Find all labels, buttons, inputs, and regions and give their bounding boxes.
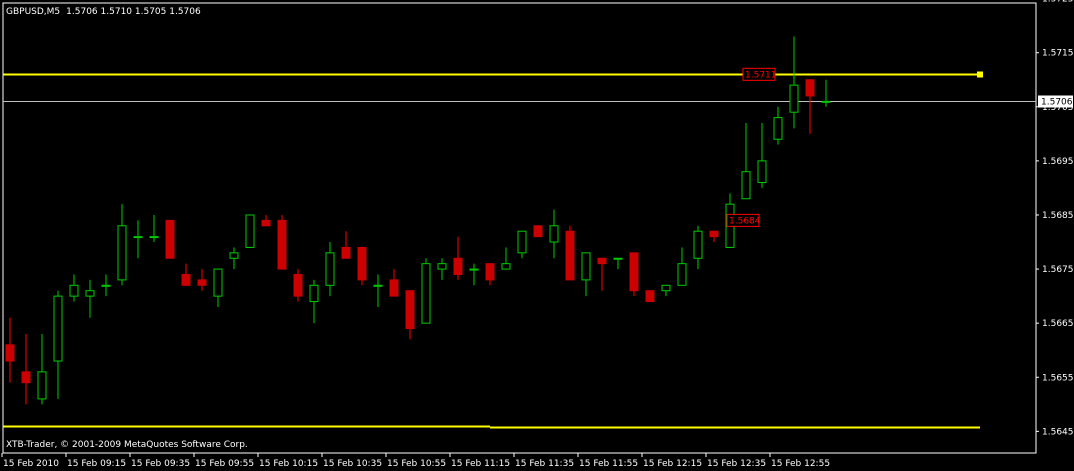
candle — [421, 258, 431, 324]
x-tick-label: 15 Feb 11:15 — [451, 459, 510, 469]
candle-body — [53, 295, 63, 362]
candle-body — [197, 279, 207, 286]
candle-body — [133, 236, 143, 239]
candle-body — [373, 284, 383, 287]
candle-body — [229, 252, 239, 259]
candle-body — [389, 279, 399, 297]
candle-body — [149, 236, 159, 239]
candle-body — [277, 219, 287, 270]
current-price-label: 1.5706 — [1041, 98, 1073, 108]
candle-body — [101, 284, 111, 287]
candle-body — [437, 263, 447, 270]
y-tick-label: 1.5685 — [1042, 211, 1074, 221]
y-tick-label: 1.5725 — [1042, 0, 1074, 5]
x-tick-label: 15 Feb 09:15 — [67, 459, 126, 469]
price-label: 1.5684 — [729, 216, 761, 226]
candle — [565, 225, 575, 281]
candle-body — [421, 263, 431, 324]
y-tick-label: 1.5675 — [1042, 265, 1074, 275]
candle-body — [181, 273, 191, 286]
x-tick-label: 15 Feb 09:55 — [195, 459, 254, 469]
x-tick-label: 15 Feb 11:35 — [515, 459, 574, 469]
candle-body — [117, 225, 127, 281]
candle — [245, 214, 255, 248]
candle-body — [517, 230, 527, 254]
candle-body — [69, 284, 79, 297]
candle — [357, 246, 367, 286]
candle-body — [37, 371, 47, 400]
candle-body — [5, 344, 15, 362]
candle-body — [405, 290, 415, 330]
y-tick-label: 1.5715 — [1042, 49, 1074, 59]
candle-body — [357, 246, 367, 281]
candle-body — [565, 230, 575, 281]
candle-body — [85, 290, 95, 297]
chart-header: GBPUSD,M5 1.5706 1.5710 1.5705 1.5706 — [6, 7, 201, 17]
candle-body — [661, 284, 671, 292]
copyright-text: XTB-Trader, © 2001-2009 MetaQuotes Softw… — [6, 440, 248, 450]
candle-body — [597, 257, 607, 265]
candle-body — [741, 171, 751, 200]
candle-body — [165, 219, 175, 259]
x-tick-label: 15 Feb 09:35 — [131, 459, 190, 469]
x-tick-label: 15 Feb 12:35 — [707, 459, 766, 469]
candle-body — [21, 371, 31, 384]
candle-body — [581, 252, 591, 281]
candle-body — [309, 284, 319, 303]
x-tick-label: 15 Feb 12:55 — [771, 459, 830, 469]
x-tick-label: 15 Feb 12:15 — [643, 459, 702, 469]
candle-body — [469, 268, 479, 271]
candle-body — [773, 117, 783, 140]
candle-body — [821, 100, 831, 103]
candle-body — [757, 160, 767, 184]
x-tick-label: 15 Feb 10:15 — [259, 459, 318, 469]
candle-body — [533, 225, 543, 238]
candle-body — [693, 230, 703, 259]
candle-body — [341, 246, 351, 259]
candle-body — [549, 225, 559, 243]
candle-body — [453, 257, 463, 275]
candle — [629, 252, 639, 297]
candle-body — [789, 84, 799, 113]
x-tick-label: 15 Feb 2010 — [3, 459, 59, 469]
x-tick-label: 15 Feb 10:55 — [387, 459, 446, 469]
y-tick-label: 1.5665 — [1042, 319, 1074, 329]
price-label: 1.5711 — [745, 70, 777, 80]
x-tick-label: 15 Feb 11:55 — [579, 459, 638, 469]
candle — [277, 214, 287, 270]
candle-body — [293, 273, 303, 297]
y-tick-label: 1.5695 — [1042, 157, 1074, 167]
price-chart[interactable]: 1.57251.57151.57051.56951.56851.56751.56… — [0, 0, 1074, 471]
x-tick-label: 15 Feb 10:35 — [323, 459, 382, 469]
candle-body — [645, 290, 655, 303]
candle-body — [709, 230, 719, 238]
candle-body — [501, 263, 511, 270]
y-tick-label: 1.5645 — [1042, 427, 1074, 437]
candle-body — [629, 252, 639, 292]
candle — [645, 290, 655, 303]
candle-body — [485, 263, 495, 281]
candle-body — [613, 257, 623, 260]
candle-body — [261, 219, 271, 227]
candle — [165, 219, 175, 259]
plot-area[interactable] — [2, 2, 1037, 454]
symbol-label: GBPUSD,M5 — [6, 7, 60, 17]
ohlc-label: 1.5706 1.5710 1.5705 1.5706 — [66, 7, 201, 17]
candle-body — [677, 263, 687, 286]
x-axis: 15 Feb 2010 15 Feb 09:15 15 Feb 09:35 15 Fe… — [1, 453, 830, 469]
candle — [533, 225, 543, 238]
candle-body — [325, 252, 335, 286]
y-axis: 1.57251.57151.57051.56951.56851.56751.56… — [1036, 0, 1074, 437]
candle-body — [805, 79, 815, 97]
candle-body — [213, 268, 223, 297]
y-tick-label: 1.5655 — [1042, 373, 1074, 383]
resistance-line-handle — [977, 71, 983, 78]
candle-body — [245, 214, 255, 248]
